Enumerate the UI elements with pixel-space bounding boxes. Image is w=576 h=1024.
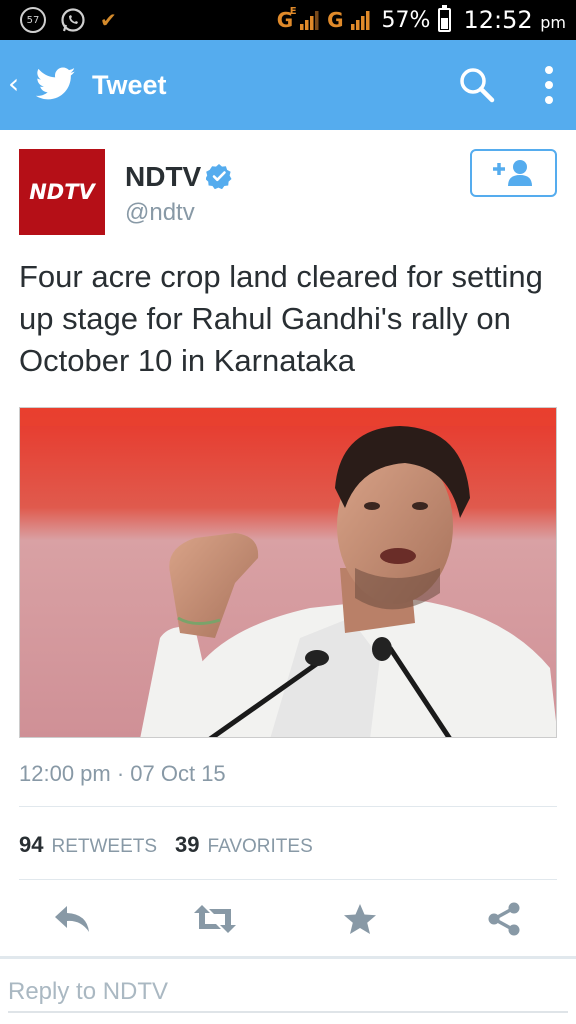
retweet-icon <box>194 905 236 933</box>
twitter-bird-icon[interactable] <box>36 66 76 102</box>
network-type-icon: GE <box>276 6 297 32</box>
photo-image <box>20 408 556 737</box>
overflow-menu-icon[interactable] <box>534 64 564 106</box>
tweet-text: Four acre crop land cleared for setting … <box>19 259 543 378</box>
signal-strength-icon <box>300 11 319 30</box>
star-icon <box>344 904 376 934</box>
battery-percent: 57% <box>381 7 431 33</box>
back-chevron-icon[interactable]: ‹ <box>8 70 19 98</box>
reply-bar <box>0 956 576 1024</box>
verified-badge-icon <box>206 164 232 189</box>
engagement-counts: 94 RETWEETS 39 FAVORITES <box>19 832 323 858</box>
search-icon[interactable] <box>458 66 496 104</box>
share-icon <box>488 902 520 936</box>
retweet-button[interactable] <box>192 896 238 942</box>
battery-icon <box>438 5 452 32</box>
retweets-count[interactable]: 94 <box>19 832 43 858</box>
share-button[interactable] <box>481 896 527 942</box>
favorite-button[interactable] <box>337 896 383 942</box>
ndtv-logo: NDTV <box>29 180 95 204</box>
tweet-timestamp: 12:00 pm · 07 Oct 15 <box>19 761 226 786</box>
reply-icon <box>55 906 89 932</box>
app-title: Tweet <box>92 70 167 100</box>
notification-count-icon: 57 <box>20 7 46 33</box>
signal-strength-icon-2 <box>350 11 370 30</box>
avatar[interactable]: NDTV <box>19 149 105 235</box>
clock: 12:52 pm <box>463 6 566 34</box>
favorites-count[interactable]: 39 <box>175 832 199 858</box>
user-name[interactable]: NDTV <box>125 161 201 193</box>
add-user-icon <box>492 160 532 186</box>
status-bar: 57 ✔ GE G 57% 12:52 pm <box>0 0 576 40</box>
retweets-label[interactable]: RETWEETS <box>51 836 157 858</box>
check-icon: ✔ <box>100 8 117 32</box>
whatsapp-icon <box>61 8 85 32</box>
tweet-photo[interactable] <box>19 407 557 738</box>
divider <box>19 806 557 807</box>
app-bar: ‹ Tweet <box>0 40 576 130</box>
network-type-icon-2: G <box>327 8 344 32</box>
reply-input[interactable] <box>8 973 568 1013</box>
divider <box>19 879 557 880</box>
favorites-label[interactable]: FAVORITES <box>208 836 313 858</box>
follow-button[interactable] <box>470 149 557 197</box>
reply-button[interactable] <box>49 896 95 942</box>
user-handle[interactable]: @ndtv <box>125 199 195 227</box>
